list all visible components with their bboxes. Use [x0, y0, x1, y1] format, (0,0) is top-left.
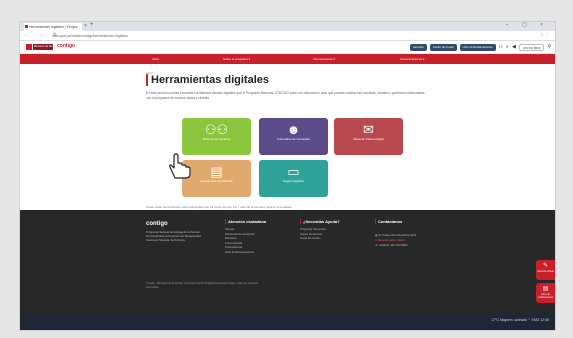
tile-mesa-partes[interactable]: ✉ Mesa de Partes Digital: [334, 118, 403, 155]
footer-link[interactable]: Libro de Reclamaciones: [225, 251, 266, 256]
page-title: Herramientas digitales: [146, 74, 269, 86]
footer-column-atencion: Atención ciudadana Normas Denuncias de c…: [225, 219, 266, 255]
url-input[interactable]: www.gob.pe/midis/contigo/herramientas-di…: [52, 33, 222, 39]
nav-item-intervenciones[interactable]: Intervenciones ▾: [313, 54, 335, 64]
floating-widgets: ✎ Atención virtual ▤ Libro de reclamacio…: [536, 260, 555, 306]
tile-label: Constancias de Afiliación: [199, 179, 234, 183]
tile-formulario-consultas[interactable]: ☻ Formulario de Consultas: [259, 118, 328, 155]
person-icon[interactable]: ⚇: [499, 44, 503, 51]
nav-item-programa[interactable]: Sobre el programa ▾: [223, 54, 250, 64]
phone-badge[interactable]: (01) 631 8000: [518, 43, 545, 51]
footer-legal: © 2024 – Ministerio de Desarrollo e Incl…: [146, 282, 259, 289]
site-header: Ministerio de Desarrollo contigo Atenció…: [20, 41, 555, 54]
address-bar: ← → ⟳ www.gob.pe/midis/contigo/herramien…: [20, 31, 555, 41]
footer-link[interactable]: Guías de usuario: [300, 237, 340, 242]
system-tray[interactable]: 17°C Mayorm. soleado ⌃ ENG 12:45: [491, 318, 549, 322]
footer-column-title: Contáctanos: [375, 219, 402, 224]
ministry-logo[interactable]: Ministerio de Desarrollo: [33, 44, 53, 50]
payment-icon: ▭: [287, 164, 300, 179]
main-nav: Inicio Sobre el programa ▾ Intervencione…: [20, 54, 555, 64]
new-tab-button[interactable]: +: [90, 22, 94, 28]
intro-text: En esta sección podrás encontrar los dis…: [146, 91, 425, 100]
footer-contact-list: ▣ Av. Paseo de la República 3101 ⊙ Mesa …: [375, 233, 416, 248]
peru-logo-icon[interactable]: [26, 44, 32, 50]
nav-item-inicio[interactable]: Inicio: [152, 54, 159, 64]
tile-label: Pagos Digitales: [283, 179, 304, 183]
footnote-text: Todas estas herramientas están disponibl…: [146, 205, 293, 209]
hand-cursor-icon: [169, 153, 191, 179]
os-taskbar: 17°C Mayorm. soleado ⌃ ENG 12:45: [20, 314, 555, 330]
browser-tab[interactable]: Herramientas digitales | Progra...: [24, 23, 82, 31]
footer-column-title: ¿Necesitas Ayuda?: [300, 219, 340, 224]
speaker-icon[interactable]: ◀: [512, 44, 516, 51]
main-content: Inicio / Herramientas digitales En esta …: [20, 64, 555, 210]
chat-icon: ✎: [542, 263, 549, 269]
footer-column-ayuda: ¿Necesitas Ayuda? Preguntas frecuentes C…: [300, 219, 340, 242]
footer-column-contacto: Contáctanos: [375, 219, 402, 224]
virtual-attention-button[interactable]: ✎ Atención virtual: [536, 260, 555, 280]
tile-sistema-usuarios[interactable]: ⚇⚇ Sistema de Usuarios: [182, 118, 251, 155]
close-tab-icon[interactable]: ×: [84, 23, 87, 29]
footer-description: Programa Nacional de Entrega de la Pensi…: [146, 231, 201, 242]
window-controls[interactable]: – ▢ ×: [506, 22, 549, 28]
tile-pagos-digitales[interactable]: ▭ Pagos Digitales: [259, 160, 328, 197]
favicon-icon: [25, 25, 28, 28]
settings-icon[interactable]: ◐: [506, 44, 509, 51]
tile-label: Mesa de Partes Digital: [353, 137, 384, 141]
complaints-book-widget[interactable]: ▤ Libro de reclamaciones: [536, 283, 555, 303]
people-icon: ⚇⚇: [204, 122, 229, 137]
group-icon: ☻: [286, 122, 301, 137]
footer-logo[interactable]: contigo: [146, 221, 168, 227]
tile-label: Formulario de Consultas: [277, 137, 310, 141]
site-footer: contigo Programa Nacional de Entrega de …: [20, 210, 555, 314]
help-center-button[interactable]: Centro de Ayuda: [429, 43, 457, 51]
tab-title: Herramientas digitales | Progra...: [29, 25, 81, 29]
complaints-book-button[interactable]: Libro de Reclamaciones: [459, 43, 496, 51]
nav-item-comunicaciones[interactable]: Comunicaciones ▾: [400, 54, 425, 64]
book-icon: ▤: [542, 286, 549, 292]
contigo-logo[interactable]: contigo: [57, 43, 75, 49]
screen: Herramientas digitales | Progra... × + –…: [20, 22, 555, 330]
header-tools: Atención Centro de Ayuda Libro de Reclam…: [409, 43, 551, 51]
footer-column-title: Atención ciudadana: [225, 219, 266, 224]
browser-titlebar: Herramientas digitales | Progra... × + –…: [20, 22, 555, 31]
tile-label: Sistema de Usuarios: [202, 137, 231, 141]
search-icon[interactable]: ⚲: [547, 44, 551, 51]
browser-menu-icons[interactable]: ☆ ⋮: [540, 32, 549, 37]
contact-phone[interactable]: ☏ Teléfono: (01) 631 8000: [375, 243, 416, 248]
mail-icon: ✉: [363, 122, 374, 137]
atencion-button[interactable]: Atención: [409, 43, 427, 51]
